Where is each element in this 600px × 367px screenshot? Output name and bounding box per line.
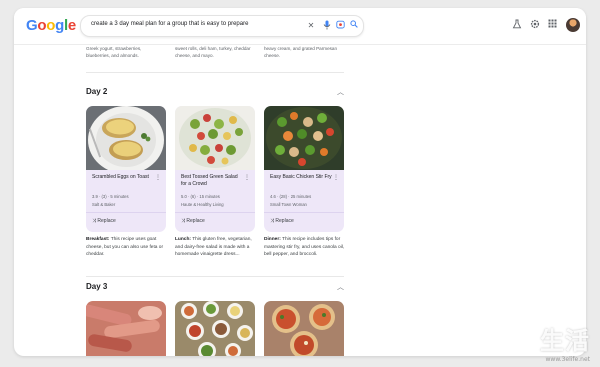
replace-button[interactable]: ⤨ Replace bbox=[270, 218, 294, 224]
labs-flask-icon[interactable] bbox=[510, 19, 523, 32]
more-options-icon[interactable]: ⋮ bbox=[333, 174, 339, 181]
replace-icon: ⤨ bbox=[92, 218, 97, 224]
google-logo[interactable]: Google bbox=[26, 17, 76, 34]
chevron-up-icon[interactable]: ︿ bbox=[337, 282, 344, 292]
settings-gear-icon[interactable] bbox=[528, 19, 541, 32]
replace-icon: ⤨ bbox=[270, 218, 275, 224]
recipe-rating-time: 4.6 · (28) · 25 minutes bbox=[270, 194, 312, 199]
replace-label: Replace bbox=[186, 218, 205, 224]
recipe-card-scrambled-eggs[interactable]: Scrambled Eggs on Toast ⋮ 3.9 · (3) · 5 … bbox=[86, 106, 166, 232]
recipe-source: Salt & Baker bbox=[92, 202, 116, 207]
browser-frame: Google create a 3 day meal plan for a gr… bbox=[14, 8, 586, 356]
meal-label: Lunch: bbox=[175, 237, 191, 242]
watermark: 生活 www.3elife.net bbox=[540, 321, 590, 363]
watermark-url: www.3elife.net bbox=[545, 356, 590, 363]
day3-recipe-image-1[interactable] bbox=[86, 301, 166, 356]
day2-title: Day 2 bbox=[86, 87, 108, 96]
lens-icon[interactable] bbox=[334, 20, 346, 32]
recipe-title[interactable]: Best Tossed Green Salad for a Crowd bbox=[181, 174, 243, 187]
recipe-rating-time: 3.9 · (3) · 5 minutes bbox=[92, 194, 129, 199]
recipe-card-chicken-stir-fry[interactable]: Easy Basic Chicken Stir Fry ⋮ 4.6 · (28)… bbox=[264, 106, 344, 232]
day3-header[interactable]: Day 3 ︿ bbox=[86, 282, 344, 296]
search-input[interactable]: create a 3 day meal plan for a group tha… bbox=[91, 21, 248, 27]
card-divider bbox=[264, 212, 344, 213]
search-header: Google create a 3 day meal plan for a gr… bbox=[14, 8, 586, 45]
section-divider bbox=[86, 276, 344, 277]
meal-description-dinner: Dinner: This recipe includes tips for ma… bbox=[264, 236, 346, 259]
section-divider bbox=[86, 72, 344, 73]
meal-description-lunch: Lunch: This gluten free, vegetarian, and… bbox=[175, 236, 257, 259]
more-options-icon[interactable]: ⋮ bbox=[244, 174, 250, 181]
replace-button[interactable]: ⤨ Replace bbox=[92, 218, 116, 224]
day3-title: Day 3 bbox=[86, 282, 108, 291]
recipe-source: Haute & Healthy Living bbox=[181, 202, 224, 207]
replace-button[interactable]: ⤨ Replace bbox=[181, 218, 205, 224]
clear-icon[interactable]: ✕ bbox=[305, 20, 317, 32]
replace-label: Replace bbox=[275, 218, 294, 224]
search-icon[interactable] bbox=[348, 20, 360, 32]
recipe-card-green-salad[interactable]: Best Tossed Green Salad for a Crowd ⋮ 5.… bbox=[175, 106, 255, 232]
day3-recipe-image-3[interactable] bbox=[264, 301, 344, 356]
meal-description-breakfast: Breakfast: This recipe uses goat cheese,… bbox=[86, 236, 168, 259]
apps-grid-icon[interactable] bbox=[546, 19, 559, 32]
recipe-image-stir-fry bbox=[264, 106, 344, 170]
watermark-text: 生活 bbox=[540, 327, 590, 355]
replace-label: Replace bbox=[97, 218, 116, 224]
account-avatar[interactable] bbox=[566, 18, 580, 32]
day2-header[interactable]: Day 2 ︿ bbox=[86, 87, 344, 101]
replace-icon: ⤨ bbox=[181, 218, 186, 224]
meal-label: Dinner: bbox=[264, 237, 281, 242]
recipe-image-salad bbox=[175, 106, 255, 170]
recipe-rating-time: 5.0 · (6) · 15 minutes bbox=[181, 194, 220, 199]
recipe-image-eggs bbox=[86, 106, 166, 174]
card-divider bbox=[175, 212, 255, 213]
recipe-source: Small Town Woman bbox=[270, 202, 307, 207]
recipe-title[interactable]: Scrambled Eggs on Toast bbox=[92, 174, 154, 181]
mic-icon[interactable] bbox=[321, 20, 333, 32]
recipe-title[interactable]: Easy Basic Chicken Stir Fry bbox=[270, 174, 332, 181]
meal-label: Breakfast: bbox=[86, 237, 110, 242]
chevron-up-icon[interactable]: ︿ bbox=[337, 87, 344, 97]
search-box[interactable]: create a 3 day meal plan for a group tha… bbox=[80, 15, 364, 37]
card-divider bbox=[86, 212, 166, 213]
more-options-icon[interactable]: ⋮ bbox=[155, 174, 161, 181]
day3-recipe-image-2[interactable] bbox=[175, 301, 255, 356]
